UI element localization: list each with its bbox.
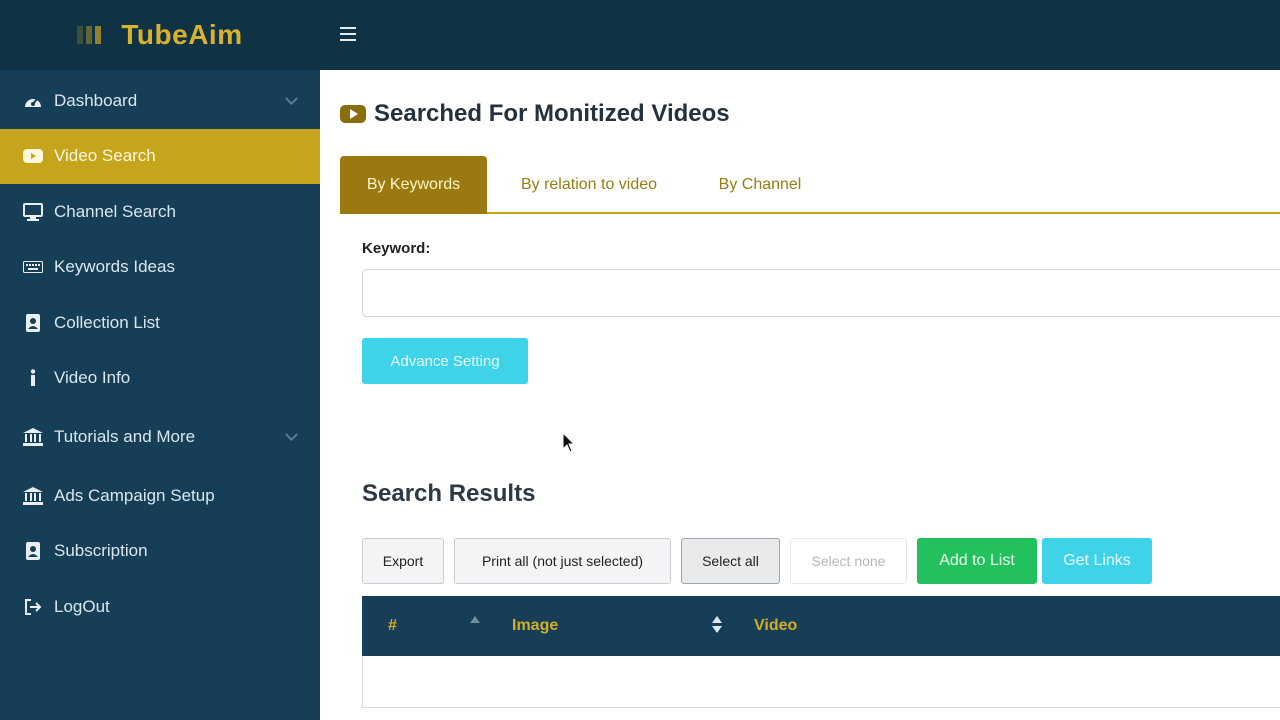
keyword-input[interactable] [362,269,1280,317]
sidebar-item-label: Video Info [54,368,131,388]
institution-icon [22,426,44,448]
address-book-icon [22,540,44,562]
brand-logo[interactable]: TubeAim [0,0,320,70]
youtube-icon [340,105,366,123]
sidebar: TubeAim Dashboard Video Search Channel S… [0,0,320,720]
advance-setting-button[interactable]: Advance Setting [362,338,528,384]
add-to-list-button[interactable]: Add to List [917,538,1037,584]
tab-by-channel[interactable]: By Channel [702,156,818,214]
sidebar-item-label: Collection List [54,312,160,332]
tab-by-relation[interactable]: By relation to video [500,156,678,214]
logout-icon [22,596,44,618]
sidebar-item-keywords-ideas[interactable]: Keywords Ideas [0,240,320,296]
page-title: Searched For Monitized Videos [340,100,730,128]
sidebar-item-label: LogOut [54,596,110,616]
select-all-button[interactable]: Select all [681,538,780,584]
keyboard-icon [22,256,44,278]
results-table-header: # Image Video [362,596,1280,656]
sidebar-item-channel-search[interactable]: Channel Search [0,184,320,240]
institution-icon [22,485,44,507]
sidebar-item-video-info[interactable]: Video Info [0,351,320,407]
chevron-down-icon [285,92,298,105]
column-header-image[interactable]: Image [512,596,558,656]
chevron-down-icon [285,428,298,442]
table-row [362,656,1280,708]
get-links-button[interactable]: Get Links [1042,538,1152,584]
sidebar-item-tutorials[interactable]: Tutorials and More [0,406,320,468]
main-content: Searched For Monitized Videos By Keyword… [320,70,1280,720]
sidebar-item-label: Tutorials and More [54,427,196,446]
sidebar-item-label: Subscription [54,541,148,561]
sidebar-item-label: Channel Search [54,201,176,221]
sidebar-item-dashboard[interactable]: Dashboard [0,73,320,129]
column-header-number[interactable]: # [388,596,397,656]
sort-icon[interactable] [712,616,722,634]
search-results-title: Search Results [362,480,536,507]
monitor-icon [22,201,44,223]
search-tabs: By Keywords By relation to video By Chan… [340,156,1280,214]
dashboard-icon [22,90,44,112]
top-bar [320,0,1280,70]
keyword-label: Keyword: [362,240,431,257]
sidebar-item-ads-campaign[interactable]: Ads Campaign Setup [0,468,320,524]
info-icon [22,367,44,389]
sidebar-item-video-search[interactable]: Video Search [0,128,320,184]
sidebar-item-label: Keywords Ideas [54,257,175,277]
print-all-button[interactable]: Print all (not just selected) [454,538,671,584]
sidebar-item-logout[interactable]: LogOut [0,579,320,635]
hamburger-icon[interactable] [340,27,356,41]
tab-by-keywords[interactable]: By Keywords [340,156,487,214]
mouse-cursor-icon [562,432,576,453]
column-header-video[interactable]: Video [754,596,797,656]
select-none-button[interactable]: Select none [790,538,907,584]
sort-asc-icon[interactable] [470,616,480,623]
brand-name: TubeAim [121,19,243,50]
sidebar-item-label: Ads Campaign Setup [54,485,215,505]
sidebar-item-collection-list[interactable]: Collection List [0,295,320,351]
sidebar-item-label: Video Search [54,146,156,166]
sidebar-nav: Dashboard Video Search Channel Search Ke… [0,73,320,635]
brand-mark-icon [77,24,117,46]
page-title-text: Searched For Monitized Videos [374,100,730,127]
export-button[interactable]: Export [362,538,444,584]
sidebar-item-subscription[interactable]: Subscription [0,524,320,580]
sidebar-item-label: Dashboard [54,90,138,110]
address-book-icon [22,312,44,334]
video-icon [22,145,44,167]
